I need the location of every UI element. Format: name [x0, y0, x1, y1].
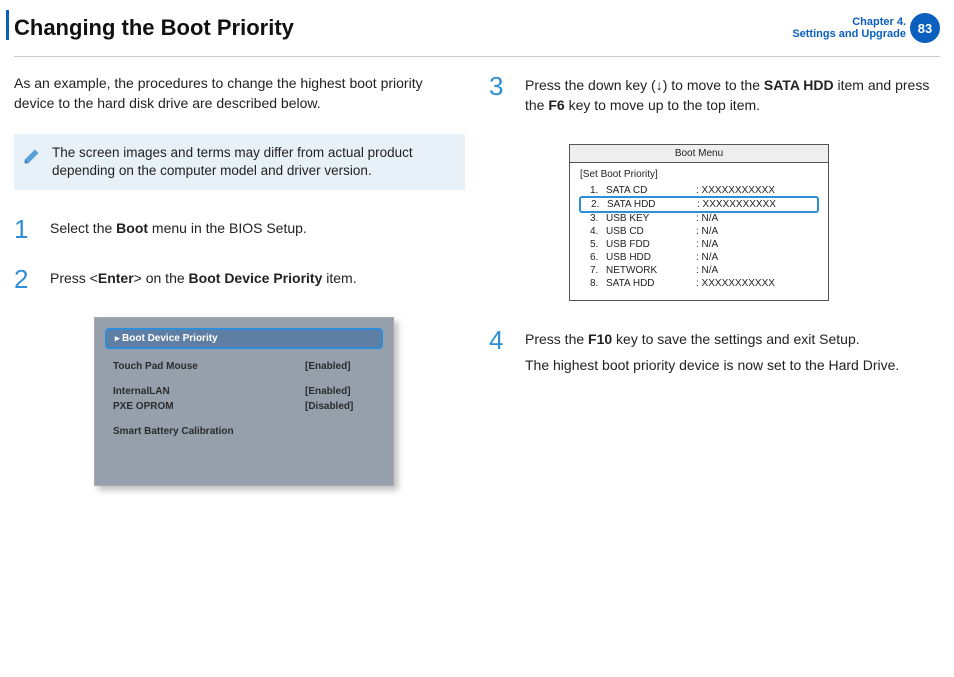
- bm-index: 1.: [590, 185, 606, 196]
- boot-menu-row: 8.SATA HDD: XXXXXXXXXXX: [580, 277, 818, 290]
- page-number-badge: 83: [910, 13, 940, 43]
- bold: Boot: [116, 220, 148, 236]
- step-body: Select the Boot menu in the BIOS Setup.: [50, 216, 307, 244]
- page-title: Changing the Boot Priority: [14, 15, 294, 41]
- step-body: Press the down key (↓) to move to the SA…: [525, 73, 940, 122]
- boot-menu-title: Boot Menu: [570, 145, 828, 163]
- bios-label: InternalLAN: [113, 386, 170, 397]
- bm-name: USB CD: [606, 226, 696, 237]
- bios-value: [Enabled]: [305, 361, 375, 372]
- bios-value: [Disabled]: [305, 401, 375, 412]
- page-header: Changing the Boot Priority Chapter 4. Se…: [0, 0, 954, 56]
- boot-menu-row: 2.SATA HDD: XXXXXXXXXXX: [579, 196, 819, 213]
- boot-menu-row: 4.USB CD: N/A: [580, 225, 818, 238]
- bm-index: 4.: [590, 226, 606, 237]
- bios-row: PXE OPROM [Disabled]: [95, 399, 393, 414]
- bm-value: : XXXXXXXXXXX: [697, 199, 776, 210]
- bios-label: Smart Battery Calibration: [113, 426, 234, 437]
- bold: F10: [588, 331, 612, 347]
- bios-row: Touch Pad Mouse [Enabled]: [95, 359, 393, 374]
- bm-value: : N/A: [696, 252, 718, 263]
- text: Select the: [50, 220, 116, 236]
- bm-name: SATA HDD: [606, 278, 696, 289]
- step-number: 4: [489, 327, 511, 353]
- text: key to save the settings and exit Setup.: [612, 331, 859, 347]
- bm-index: 5.: [590, 239, 606, 250]
- bm-name: USB FDD: [606, 239, 696, 250]
- bios-highlight-row: Boot Device Priority: [105, 328, 383, 349]
- bios-row: Smart Battery Calibration: [95, 424, 393, 439]
- chapter-line1: Chapter 4.: [792, 16, 906, 28]
- text: The highest boot priority device is now …: [525, 355, 899, 375]
- header-accent-bar: [6, 10, 9, 40]
- boot-menu-row: 1.SATA CD: XXXXXXXXXXX: [580, 184, 818, 197]
- step-4: 4 Press the F10 key to save the settings…: [489, 327, 940, 382]
- bold: Boot Device Priority: [189, 270, 323, 286]
- note-text: The screen images and terms may differ f…: [52, 144, 453, 180]
- boot-menu-panel: Boot Menu [Set Boot Priority] 1.SATA CD:…: [569, 144, 829, 301]
- bm-index: 6.: [590, 252, 606, 263]
- step-1: 1 Select the Boot menu in the BIOS Setup…: [14, 216, 465, 244]
- boot-menu-row: 7.NETWORK: N/A: [580, 264, 818, 277]
- bios-row: InternalLAN [Enabled]: [95, 384, 393, 399]
- bm-value: : N/A: [696, 265, 718, 276]
- text: menu in the BIOS Setup.: [148, 220, 307, 236]
- bm-value: : N/A: [696, 226, 718, 237]
- header-right: Chapter 4. Settings and Upgrade 83: [792, 13, 954, 43]
- bios-value: [Enabled]: [305, 386, 375, 397]
- step-body: Press the F10 key to save the settings a…: [525, 327, 899, 382]
- step-number: 2: [14, 266, 36, 292]
- bm-value: : XXXXXXXXXXX: [696, 278, 775, 289]
- bm-index: 8.: [590, 278, 606, 289]
- step-2: 2 Press <Enter> on the Boot Device Prior…: [14, 266, 465, 294]
- bold: SATA HDD: [764, 77, 834, 93]
- bm-value: : N/A: [696, 213, 718, 224]
- step-body: Press <Enter> on the Boot Device Priorit…: [50, 266, 357, 294]
- bold: Enter: [98, 270, 134, 286]
- note-box: The screen images and terms may differ f…: [14, 134, 465, 190]
- bold: F6: [548, 97, 564, 113]
- bm-name: USB KEY: [606, 213, 696, 224]
- right-column: 3 Press the down key (↓) to move to the …: [489, 73, 940, 486]
- chapter-block: Chapter 4. Settings and Upgrade: [792, 16, 906, 40]
- bios-value: [305, 426, 375, 437]
- step-number: 1: [14, 216, 36, 242]
- bm-index: 2.: [591, 199, 607, 210]
- text: Press the: [525, 331, 588, 347]
- bm-name: USB HDD: [606, 252, 696, 263]
- bm-index: 7.: [590, 265, 606, 276]
- bm-name: SATA CD: [606, 185, 696, 196]
- content-columns: As an example, the procedures to change …: [0, 57, 954, 486]
- text: > on the: [134, 270, 189, 286]
- text: Press the down key (↓) to move to the: [525, 77, 764, 93]
- bios-label: Touch Pad Mouse: [113, 361, 198, 372]
- text: key to move up to the top item.: [565, 97, 760, 113]
- boot-menu-body: [Set Boot Priority] 1.SATA CD: XXXXXXXXX…: [570, 163, 828, 300]
- boot-menu-row: 3.USB KEY: N/A: [580, 212, 818, 225]
- text: item.: [322, 270, 356, 286]
- boot-menu-row: 5.USB FDD: N/A: [580, 238, 818, 251]
- step-number: 3: [489, 73, 511, 99]
- text: Press <: [50, 270, 98, 286]
- bm-value: : XXXXXXXXXXX: [696, 185, 775, 196]
- boot-menu-row: 6.USB HDD: N/A: [580, 251, 818, 264]
- bios-panel: Boot Device Priority Touch Pad Mouse [En…: [94, 317, 394, 486]
- step-3: 3 Press the down key (↓) to move to the …: [489, 73, 940, 122]
- left-column: As an example, the procedures to change …: [14, 73, 465, 486]
- chapter-line2: Settings and Upgrade: [792, 28, 906, 40]
- bm-value: : N/A: [696, 239, 718, 250]
- intro-text: As an example, the procedures to change …: [14, 73, 465, 114]
- boot-menu-subtitle: [Set Boot Priority]: [580, 169, 818, 180]
- note-icon: [22, 144, 44, 166]
- bm-name: SATA HDD: [607, 199, 697, 210]
- bm-name: NETWORK: [606, 265, 696, 276]
- bios-label: PXE OPROM: [113, 401, 174, 412]
- bm-index: 3.: [590, 213, 606, 224]
